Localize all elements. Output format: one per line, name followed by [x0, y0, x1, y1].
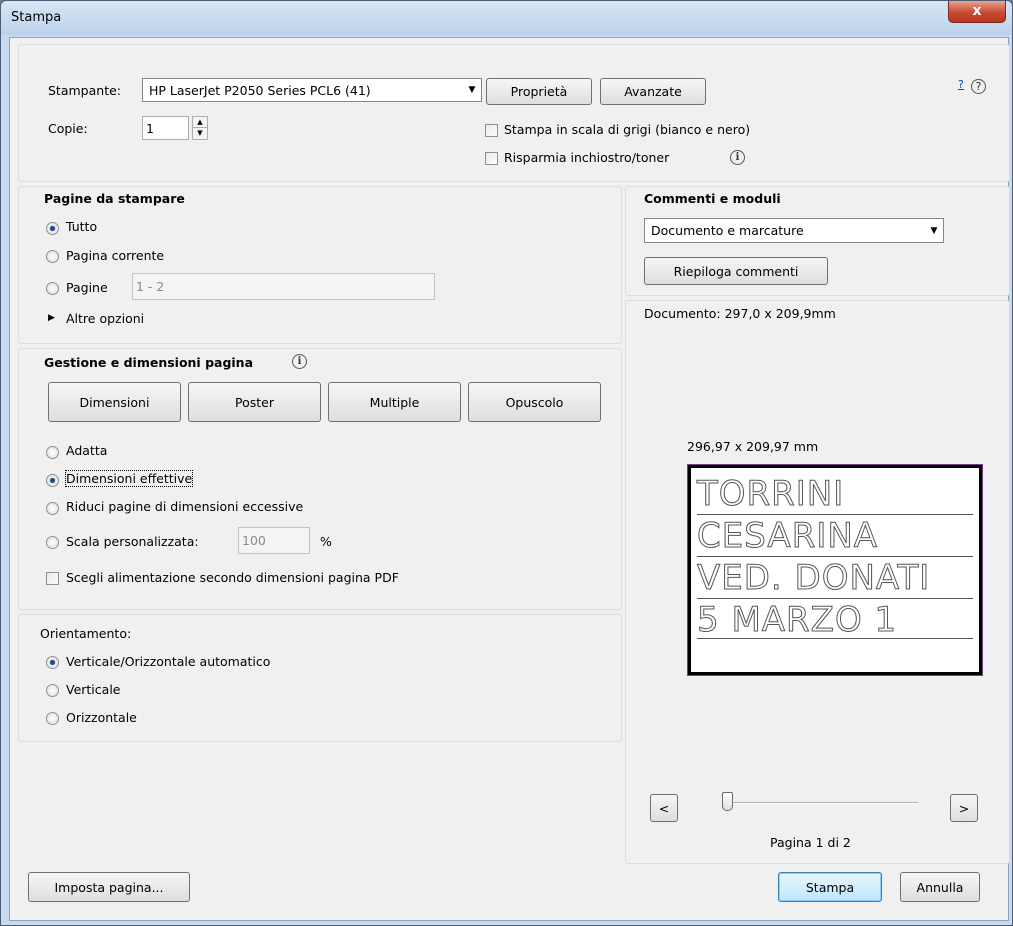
info-icon[interactable]: i: [292, 354, 307, 369]
spin-down-icon[interactable]: ▼: [193, 128, 207, 139]
radio-auto-orientation[interactable]: [46, 656, 59, 669]
print-button[interactable]: Stampa: [778, 872, 882, 902]
radio-pages[interactable]: [46, 282, 59, 295]
radio-fit[interactable]: [46, 446, 59, 459]
radio-custom-scale[interactable]: [46, 536, 59, 549]
preview-text-line: VED. DONATI: [696, 558, 931, 599]
advanced-button[interactable]: Avanzate: [600, 78, 706, 105]
page-slider-thumb[interactable]: [722, 792, 733, 811]
radio-all-label: Tutto: [66, 219, 98, 234]
preview-text-line: 5 MARZO 1: [696, 600, 898, 641]
percent-label: %: [320, 534, 332, 549]
expand-triangle-icon[interactable]: ▶: [48, 313, 55, 323]
page-handling-heading: Gestione e dimensioni pagina: [44, 355, 254, 370]
save-ink-checkbox[interactable]: [485, 152, 498, 165]
radio-landscape-label: Orizzontale: [66, 710, 137, 725]
comments-select[interactable]: Documento e marcature ▼: [644, 218, 944, 243]
booklet-button[interactable]: Opuscolo: [468, 382, 601, 422]
radio-actual-size[interactable]: [46, 474, 59, 487]
radio-landscape[interactable]: [46, 712, 59, 725]
window-title: Stampa: [11, 10, 62, 25]
help-icon[interactable]: ?: [971, 79, 986, 94]
comments-selected-value: Documento e marcature: [651, 223, 804, 238]
radio-portrait[interactable]: [46, 684, 59, 697]
radio-shrink-label: Riduci pagine di dimensioni eccessive: [66, 499, 304, 514]
copies-label: Copie:: [48, 121, 88, 136]
radio-current-page[interactable]: [46, 250, 59, 263]
prev-page-button[interactable]: <: [650, 794, 678, 822]
multiple-button[interactable]: Multiple: [328, 382, 461, 422]
help-link[interactable]: ?: [958, 78, 964, 91]
radio-portrait-label: Verticale: [66, 682, 121, 697]
printer-selected-value: HP LaserJet P2050 Series PCL6 (41): [149, 82, 371, 98]
next-page-button[interactable]: >: [950, 794, 978, 822]
preview-text-line: TORRINI: [696, 474, 845, 515]
radio-fit-label: Adatta: [66, 443, 108, 458]
grayscale-label: Stampa in scala di grigi (bianco e nero): [504, 122, 751, 137]
save-ink-label: Risparmia inchiostro/toner: [504, 150, 670, 165]
preview-text-line: CESARINA: [696, 516, 879, 557]
summarize-comments-button[interactable]: Riepiloga commenti: [644, 257, 828, 285]
copies-spinner[interactable]: ▲ ▼: [192, 116, 208, 140]
radio-actual-size-label: Dimensioni effettive: [64, 470, 194, 487]
document-size-label: Documento: 297,0 x 209,9mm: [644, 306, 836, 321]
printer-label: Stampante:: [48, 83, 121, 98]
pages-range-input[interactable]: 1 - 2: [132, 273, 435, 300]
radio-shrink[interactable]: [46, 502, 59, 515]
chevron-down-icon: ▼: [930, 225, 938, 236]
page-size-label: 296,97 x 209,97 mm: [687, 439, 819, 454]
grayscale-checkbox[interactable]: [485, 124, 498, 137]
spin-up-icon[interactable]: ▲: [193, 117, 207, 128]
page-status: Pagina 1 di 2: [770, 835, 851, 850]
chevron-down-icon: ▼: [468, 85, 476, 95]
print-dialog: Stampa x Stampante: HP LaserJet P2050 Se…: [0, 0, 1013, 926]
page-preview: TORRINI CESARINA VED. DONATI 5 MARZO 1: [687, 464, 983, 676]
title-bar[interactable]: Stampa x: [1, 1, 1012, 35]
poster-button[interactable]: Poster: [188, 382, 321, 422]
radio-current-page-label: Pagina corrente: [66, 248, 165, 263]
close-button[interactable]: x: [948, 1, 1006, 23]
page-slider-track[interactable]: [722, 802, 918, 804]
radio-custom-scale-label: Scala personalizzata:: [66, 534, 199, 549]
more-options-link[interactable]: Altre opzioni: [66, 311, 144, 326]
copies-input[interactable]: 1: [142, 116, 189, 140]
paper-source-label: Scegli alimentazione secondo dimensioni …: [66, 570, 399, 585]
comments-heading: Commenti e moduli: [644, 191, 781, 206]
info-icon[interactable]: i: [730, 150, 745, 165]
page-setup-button[interactable]: Imposta pagina...: [28, 872, 190, 902]
properties-button[interactable]: Proprietà: [486, 78, 592, 105]
dialog-body: Stampante: HP LaserJet P2050 Series PCL6…: [9, 37, 1010, 921]
paper-source-checkbox[interactable]: [46, 572, 59, 585]
orientation-heading: Orientamento:: [40, 626, 132, 641]
cancel-button[interactable]: Annulla: [900, 872, 980, 902]
pages-to-print-heading: Pagine da stampare: [44, 191, 185, 206]
radio-auto-orientation-label: Verticale/Orizzontale automatico: [66, 654, 271, 669]
radio-pages-label: Pagine: [66, 280, 108, 295]
size-button[interactable]: Dimensioni: [48, 382, 181, 422]
radio-all[interactable]: [46, 222, 59, 235]
custom-scale-input[interactable]: 100: [238, 527, 310, 554]
printer-select[interactable]: HP LaserJet P2050 Series PCL6 (41) ▼: [142, 78, 482, 102]
